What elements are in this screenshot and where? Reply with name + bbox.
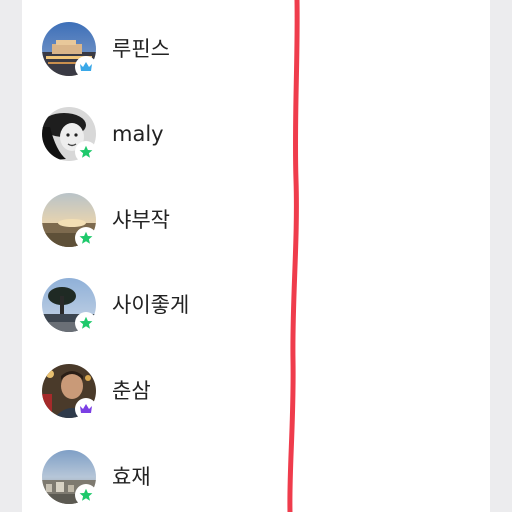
star-icon [79,316,93,329]
user-nickname: 사이좋게 [112,293,190,317]
crown-icon [80,404,92,413]
star-icon [79,145,93,158]
list-item[interactable]: 사이좋게 [22,276,282,336]
friend-list-panel: 루핀스 maly 샤부작 사이좋게 춘삼 효재 [22,0,490,512]
user-nickname: 루핀스 [112,37,170,61]
crown-icon [80,62,92,71]
grade-badge [75,312,97,334]
list-item[interactable]: maly [22,105,282,165]
list-item[interactable]: 춘삼 [22,362,282,422]
user-nickname: maly [112,122,164,146]
grade-badge [75,227,97,249]
grade-badge [75,141,97,163]
user-nickname: 샤부작 [112,208,170,232]
user-nickname: 춘삼 [112,379,151,403]
star-icon [79,231,93,244]
grade-badge [75,56,97,78]
list-item[interactable]: 효재 [22,448,282,508]
user-nickname: 효재 [112,465,151,489]
list-item[interactable]: 샤부작 [22,191,282,251]
star-icon [79,488,93,501]
grade-badge [75,398,97,420]
list-item[interactable]: 루핀스 [22,20,282,80]
grade-badge [75,484,97,506]
